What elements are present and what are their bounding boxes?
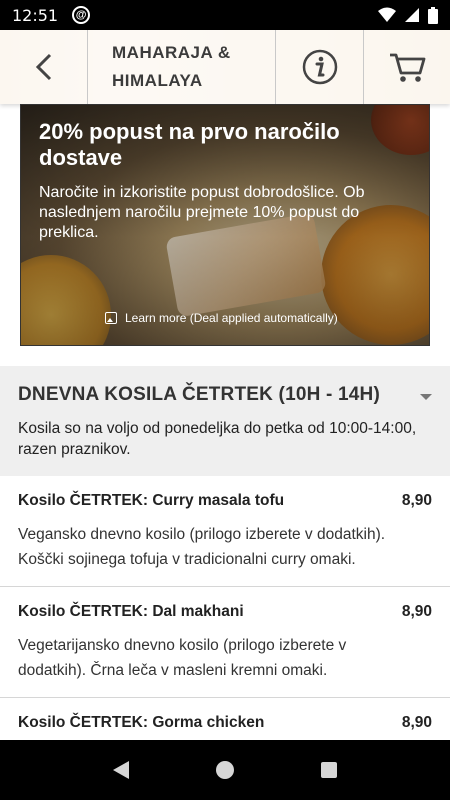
menu-item-description: Vegetarijansko dnevno kosilo (prilogo iz… — [18, 637, 347, 679]
learn-more-link[interactable]: Learn more (Deal applied automatically) — [105, 311, 338, 325]
system-nav-bar — [0, 740, 450, 800]
app-header: MAHARAJA & HIMALAYA — [0, 30, 450, 104]
status-time: 12:51 — [12, 5, 59, 25]
cart-icon — [390, 53, 426, 82]
menu-item-price: 8,90 — [401, 603, 432, 620]
menu-item-name: Kosilo ČETRTEK: Curry masala tofu — [18, 492, 285, 509]
status-bar: 12:51 @ — [0, 0, 450, 30]
menu-item[interactable]: Kosilo ČETRTEK: Dal makhani 8,90 Vegetar… — [0, 587, 450, 698]
menu-list: Kosilo ČETRTEK: Curry masala tofu 8,90 V… — [0, 476, 450, 759]
back-arrow-icon — [35, 53, 51, 81]
promo-banner[interactable]: 20% popust na prvo naročilo dostave Naro… — [20, 104, 430, 346]
cart-button[interactable] — [364, 30, 450, 104]
menu-item[interactable]: Kosilo ČETRTEK: Curry masala tofu 8,90 V… — [0, 476, 450, 587]
restaurant-title: MAHARAJA & HIMALAYA — [88, 30, 276, 104]
category-header[interactable]: DNEVNA KOSILA ČETRTEK (10H - 14H) Kosila… — [0, 366, 450, 476]
status-icons — [378, 6, 438, 24]
battery-icon — [428, 6, 438, 24]
nav-home-icon[interactable] — [215, 761, 234, 779]
title-line-1: MAHARAJA & — [112, 43, 231, 62]
nav-back-icon[interactable] — [113, 761, 130, 779]
title-line-2: HIMALAYA — [112, 71, 203, 90]
menu-item-price: 8,90 — [401, 714, 432, 731]
menu-item-description: Vegansko dnevno kosilo (prilogo izberete… — [18, 526, 386, 568]
nav-recents-icon[interactable] — [320, 762, 337, 778]
signal-icon — [405, 8, 419, 22]
wifi-icon — [378, 7, 396, 22]
info-icon — [302, 49, 337, 85]
menu-item-price: 8,90 — [401, 492, 432, 509]
menu-item-name: Kosilo ČETRTEK: Gorma chicken — [18, 714, 265, 731]
category-title: DNEVNA KOSILA ČETRTEK (10H - 14H) — [18, 384, 381, 405]
chevron-down-icon[interactable] — [420, 394, 432, 400]
at-icon: @ — [72, 6, 91, 24]
learn-more-label: Learn more (Deal applied automatically) — [125, 311, 338, 325]
promo-headline: 20% popust na prvo naročilo dostave — [39, 119, 340, 170]
back-button[interactable] — [0, 30, 88, 104]
image-icon — [105, 312, 117, 324]
category-description: Kosila so na voljo od ponedeljka do petk… — [18, 420, 417, 458]
menu-item-name: Kosilo ČETRTEK: Dal makhani — [18, 603, 244, 620]
info-button[interactable] — [276, 30, 364, 104]
promo-description: Naročite in izkoristite popust dobrodošl… — [39, 184, 365, 241]
